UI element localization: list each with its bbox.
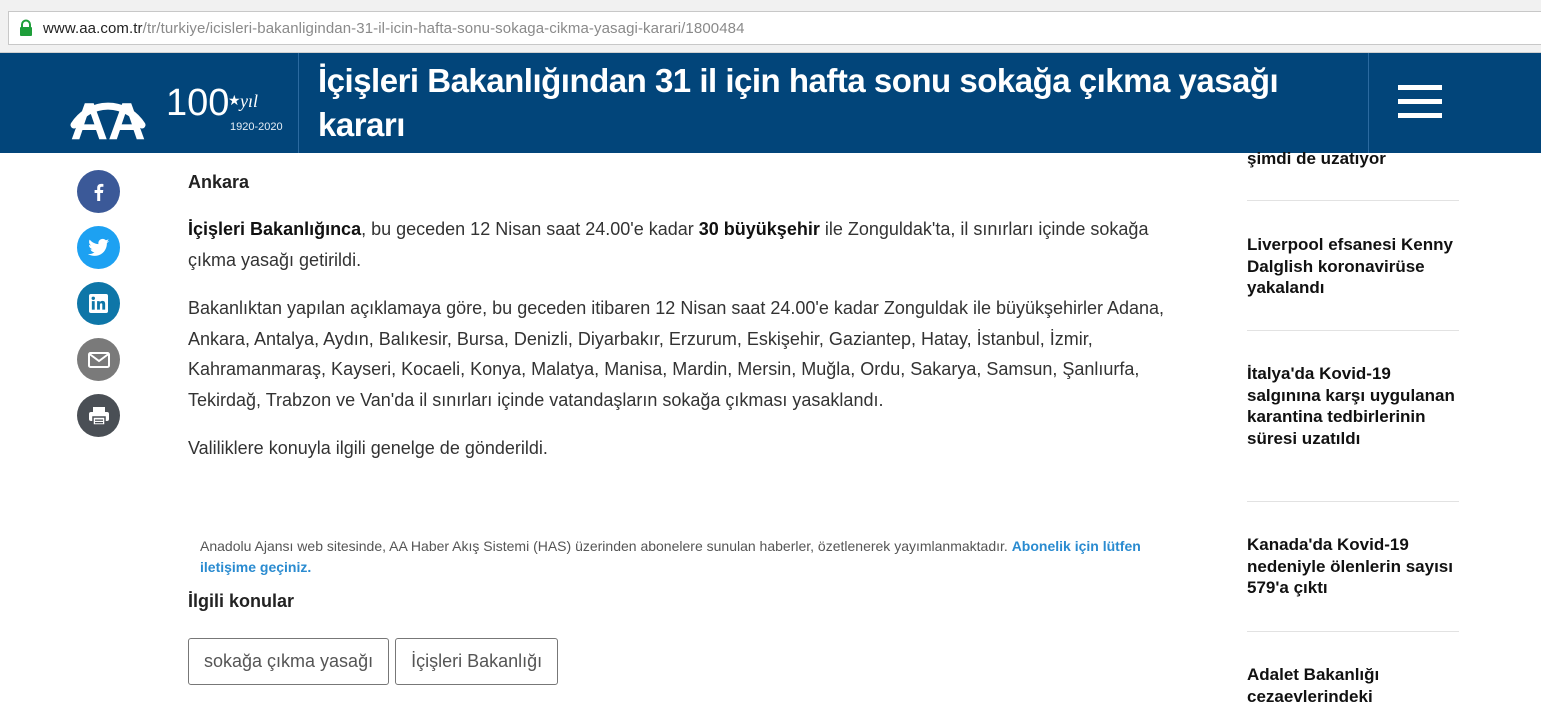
notice-text: Anadolu Ajansı web sitesinde, AA Haber A…: [200, 538, 1012, 554]
sidebar-news-link[interactable]: Liverpool efsanesi Kenny Dalglish korona…: [1247, 234, 1459, 299]
url-path: /tr/turkiye/icisleri-bakanligindan-31-il…: [142, 19, 745, 37]
lock-icon: [19, 19, 33, 37]
bold-text: İçişleri Bakanlığınca: [188, 219, 362, 239]
aa-logo-icon: AA: [70, 93, 145, 143]
paragraph-3: Valiliklere konuyla ilgili genelge de gö…: [188, 438, 548, 458]
sidebar-divider: [1247, 501, 1459, 502]
url-text[interactable]: www.aa.com.tr/tr/turkiye/icisleri-bakanl…: [43, 20, 745, 37]
print-button[interactable]: [77, 394, 120, 437]
address-bar[interactable]: www.aa.com.tr/tr/turkiye/icisleri-bakanl…: [8, 11, 1541, 45]
sidebar-news-link[interactable]: Adalet Bakanlığı cezaevlerindeki: [1247, 664, 1459, 704]
sidebar-divider: [1247, 200, 1459, 201]
logo-text: AA: [70, 93, 145, 143]
subscription-notice: Anadolu Ajansı web sitesinde, AA Haber A…: [200, 536, 1180, 578]
menu-button[interactable]: [1398, 85, 1446, 121]
paragraph-1: İçişleri Bakanlığınca, bu geceden 12 Nis…: [188, 214, 1188, 275]
centenary-mark: 100 ★ yıl: [166, 83, 258, 121]
paragraph-text: , bu geceden 12 Nisan saat 24.00'e kadar: [361, 219, 699, 239]
centenary-word: yıl: [238, 91, 258, 111]
sidebar-divider: [1247, 631, 1459, 632]
sidebar-news-link[interactable]: şimdi de uzatıyor: [1247, 148, 1459, 170]
url-host: www.aa.com.tr: [43, 19, 143, 37]
topic-tag[interactable]: sokağa çıkma yasağı: [188, 638, 390, 685]
hamburger-icon-bar: [1398, 99, 1442, 104]
bold-text: 30 büyükşehir: [698, 219, 820, 239]
linkedin-icon: [89, 294, 108, 313]
centenary-number: 100: [166, 83, 229, 121]
article-body: Ankara İçişleri Bakanlığınca, bu geceden…: [188, 172, 1188, 482]
topic-tag[interactable]: İçişleri Bakanlığı: [395, 638, 559, 685]
twitter-icon: [87, 238, 109, 256]
related-topics: sokağa çıkma yasağı İçişleri Bakanlığı: [188, 638, 559, 685]
share-bar: [77, 170, 121, 450]
sidebar-divider: [1247, 330, 1459, 331]
site-header: AA 100 ★ yıl 1920-2020 İçişleri Bakanlığ…: [0, 53, 1541, 153]
header-divider: [298, 53, 299, 153]
email-share-button[interactable]: [77, 338, 120, 381]
facebook-share-button[interactable]: [77, 170, 120, 213]
header-divider: [1368, 53, 1369, 153]
mail-icon: [87, 351, 110, 368]
print-icon: [88, 406, 109, 426]
paragraph-2: Bakanlıktan yapılan açıklamaya göre, bu …: [188, 298, 1165, 410]
centenary-years: 1920-2020: [230, 121, 283, 133]
site-logo[interactable]: AA 100 ★ yıl 1920-2020: [60, 63, 300, 143]
facebook-icon: [94, 183, 103, 201]
hamburger-icon-bar: [1398, 113, 1442, 118]
article-title: İçişleri Bakanlığından 31 il için hafta …: [318, 62, 1279, 143]
sidebar-news-link[interactable]: İtalya'da Kovid-19 salgınına karşı uygul…: [1247, 363, 1459, 449]
hamburger-icon-bar: [1398, 85, 1442, 90]
browser-toolbar: www.aa.com.tr/tr/turkiye/icisleri-bakanl…: [0, 0, 1541, 53]
star-icon: ★: [228, 92, 241, 108]
twitter-share-button[interactable]: [77, 226, 120, 269]
dateline: Ankara: [188, 172, 250, 192]
linkedin-share-button[interactable]: [77, 282, 120, 325]
sidebar-news-link[interactable]: Kanada'da Kovid-19 nedeniyle ölenlerin s…: [1247, 534, 1459, 599]
related-topics-title: İlgili konular: [188, 591, 295, 611]
